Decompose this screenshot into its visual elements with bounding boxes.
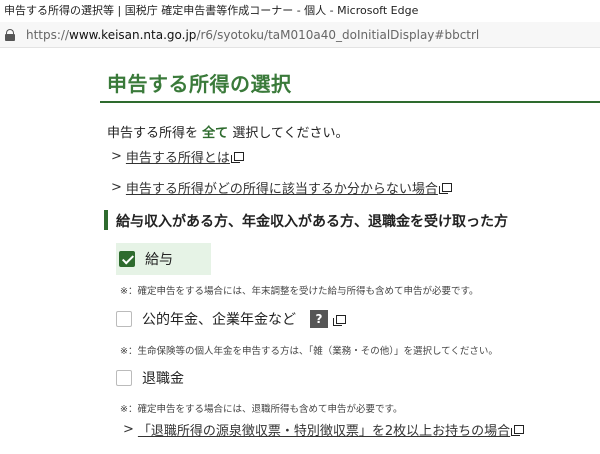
url-path: /r6/syotoku/taM010a40_doInitialDisplay#b… <box>196 27 480 42</box>
link-label[interactable]: 「退職所得の源泉徴収票・特別徴収票」を2枚以上お持ちの場合 <box>138 420 510 439</box>
help-icon[interactable]: ? <box>310 310 328 328</box>
link-label[interactable]: 申告する所得がどの所得に該当するか分からない場合 <box>126 178 438 197</box>
heading-divider <box>100 101 600 103</box>
intro-emphasis: 全て <box>202 126 229 141</box>
option-retirement[interactable]: 退職金 <box>116 368 184 388</box>
checkbox-pension[interactable] <box>116 311 132 327</box>
intro-before: 申告する所得を <box>107 126 199 141</box>
external-window-icon[interactable] <box>333 314 346 326</box>
external-window-icon <box>438 183 452 194</box>
note-salary: ※：確定申告をする場合には、年末調整を受けた給与所得も含めて申告が必要です。 <box>120 286 479 297</box>
address-bar[interactable]: https://www.keisan.nta.go.jp/r6/syotoku/… <box>0 22 600 48</box>
option-salary[interactable]: 給与 <box>116 243 211 275</box>
url-scheme: https:// <box>26 27 70 42</box>
page-title: 申告する所得の選択 <box>107 72 292 96</box>
checkbox-retirement[interactable] <box>116 370 132 386</box>
checkbox-salary[interactable] <box>119 251 135 267</box>
note-pension: ※：生命保険等の個人年金を申告する方は、「雑（業務・その他）」を選択してください… <box>120 346 498 357</box>
intro-after: 選択してください。 <box>232 126 349 141</box>
external-window-icon <box>230 152 244 163</box>
option-pension[interactable]: 公的年金、企業年金など ? <box>116 309 346 329</box>
option-label: 公的年金、企業年金など <box>142 312 296 328</box>
chevron-right-icon: > <box>123 422 134 437</box>
option-label: 給与 <box>145 252 173 268</box>
section-marker <box>104 210 108 230</box>
option-label: 退職金 <box>142 371 184 387</box>
external-window-icon <box>511 425 525 436</box>
link-label[interactable]: 申告する所得とは <box>126 147 230 166</box>
lock-icon[interactable] <box>5 29 15 41</box>
note-retirement: ※：確定申告をする場合には、退職所得も含めて申告が必要です。 <box>120 404 403 415</box>
chevron-right-icon: > <box>111 149 122 164</box>
link-what-is-income[interactable]: > 申告する所得とは <box>111 147 244 166</box>
window-title: 申告する所得の選択等 | 国税庁 確定申告書等作成コーナー - 個人 - Mic… <box>0 0 600 22</box>
intro-text: 申告する所得を 全て 選択してください。 <box>107 122 349 141</box>
link-multiple-retirement-slips[interactable]: > 「退職所得の源泉徴収票・特別徴収票」を2枚以上お持ちの場合 <box>123 420 525 439</box>
url-host: www.keisan.nta.go.jp <box>69 27 197 42</box>
link-unsure-income-type[interactable]: > 申告する所得がどの所得に該当するか分からない場合 <box>111 178 452 197</box>
chevron-right-icon: > <box>111 180 122 195</box>
section-title: 給与収入がある方、年金収入がある方、退職金を受け取った方 <box>116 214 508 230</box>
